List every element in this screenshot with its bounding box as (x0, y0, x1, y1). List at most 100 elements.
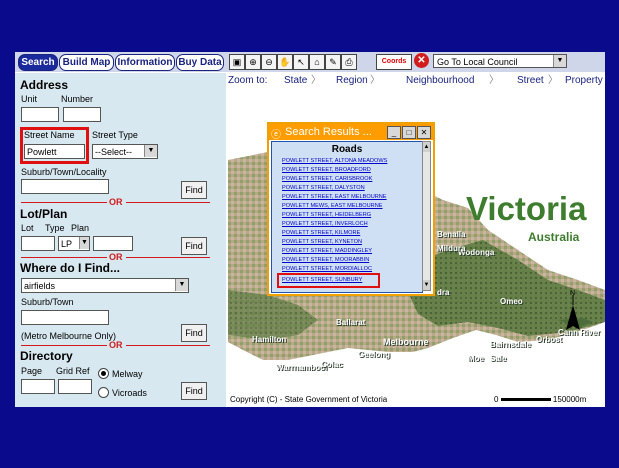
unit-input[interactable] (21, 107, 59, 122)
type-label: Type (45, 223, 65, 233)
grid-ref-label: Grid Ref (56, 366, 90, 376)
street-type-select[interactable]: --Select-- ▼ (92, 144, 158, 159)
lot-plan-find-button[interactable]: Find (181, 237, 207, 255)
address-heading: Address (20, 78, 69, 92)
where-find-button[interactable]: Find (181, 324, 207, 342)
local-council-select[interactable]: Go To Local Council ▼ (433, 54, 567, 68)
result-link[interactable]: POWLETT STREET, KYNETON (282, 239, 362, 245)
roads-results-list: Roads POWLETT STREET, ALTONA MEADOWS POW… (271, 141, 423, 293)
find-category-select[interactable]: airfields ▼ (21, 278, 189, 293)
lot-plan-heading: Lot/Plan (20, 207, 68, 221)
street-type-label: Street Type (92, 130, 138, 140)
measure-icon[interactable]: ⌂ (309, 54, 325, 70)
coords-button[interactable]: Coords (376, 54, 412, 70)
grid-ref-input[interactable] (58, 379, 92, 394)
zoom-property[interactable]: Property (565, 73, 603, 89)
map-place-label: Ballarat (336, 318, 366, 327)
melway-radio[interactable] (98, 368, 109, 379)
copyright-text: Copyright (C) - State Government of Vict… (230, 395, 388, 404)
chevron-right-icon: 〉 (370, 75, 380, 86)
results-scrollbar[interactable]: ▲ ▼ (422, 141, 431, 291)
lot-input[interactable] (21, 236, 55, 251)
local-council-select-value: Go To Local Council (437, 57, 518, 67)
zoom-region[interactable]: Region (336, 73, 368, 89)
map-place-label: Benalla (437, 230, 466, 239)
scroll-down-icon[interactable]: ▼ (423, 280, 430, 290)
tab-information[interactable]: Information (115, 54, 175, 71)
result-highlight (277, 273, 380, 288)
result-link[interactable]: POWLETT STREET, BROADFORD (282, 167, 371, 173)
map-place-label: Hamilton (252, 335, 287, 344)
draw-pencil-icon[interactable]: ✎ (325, 54, 341, 70)
divider (21, 257, 107, 258)
chevron-down-icon[interactable]: ▼ (553, 55, 566, 67)
chevron-down-icon[interactable]: ▼ (144, 145, 157, 157)
vicroads-radio[interactable] (98, 387, 109, 398)
minimize-icon[interactable]: _ (387, 126, 401, 139)
map-place-label: Warrnambool (276, 363, 328, 372)
search-panel: Address Unit Number Street Name Street T… (15, 73, 226, 407)
result-link[interactable]: POWLETT STREET, MADDINGLEY (282, 248, 372, 254)
map-window-icon[interactable]: ▣ (229, 54, 245, 70)
suburb-input[interactable] (21, 179, 109, 194)
result-link[interactable]: POWLETT MEWS, EAST MELBOURNE (282, 203, 383, 209)
result-link[interactable]: POWLETT STREET, CARISBROOK (282, 176, 372, 182)
lot-type-select[interactable]: LP ▼ (58, 236, 90, 251)
popup-title: Search Results ... (285, 126, 372, 138)
chevron-down-icon[interactable]: ▼ (175, 279, 188, 291)
north-label: N (570, 290, 575, 297)
zoom-breadcrumb: Zoom to: State 〉 Region 〉 Neighbourhood … (228, 73, 605, 89)
zoom-out-icon[interactable]: ⊖ (261, 54, 277, 70)
result-link[interactable]: POWLETT STREET, MOORABBIN (282, 257, 369, 263)
metro-note: (Metro Melbourne Only) (21, 331, 117, 341)
select-arrow-icon[interactable]: ↖ (293, 54, 309, 70)
directory-find-button[interactable]: Find (181, 382, 207, 400)
result-link[interactable]: POWLETT STREET, MORDIALLOC (282, 266, 372, 272)
scale-bar-line (500, 398, 551, 402)
unit-label: Unit (21, 94, 38, 104)
zoom-in-icon[interactable]: ⊕ (245, 54, 261, 70)
result-link[interactable]: POWLETT STREET, ALTONA MEADOWS (282, 158, 387, 164)
result-link[interactable]: POWLETT STREET, HEIDELBERG (282, 212, 371, 218)
result-link[interactable]: POWLETT STREET, EAST MELBOURNE (282, 194, 387, 200)
melway-label: Melway (112, 369, 143, 379)
address-find-button[interactable]: Find (181, 181, 207, 199)
plan-input[interactable] (93, 236, 133, 251)
directory-heading: Directory (20, 349, 73, 363)
divider (21, 202, 107, 203)
suburb-label: Suburb/Town/Locality (21, 167, 107, 177)
maximize-icon[interactable]: □ (402, 126, 416, 139)
scroll-up-icon[interactable]: ▲ (423, 142, 430, 152)
suburb-town-input[interactable] (21, 310, 109, 325)
search-results-window: ⓔ Search Results ... _ □ ✕ Roads POWLETT… (267, 122, 435, 296)
find-category-value: airfields (24, 281, 56, 291)
result-link[interactable]: POWLETT STREET, INVERLOCH (282, 221, 368, 227)
suburb-town-label: Suburb/Town (21, 297, 74, 307)
zoom-state[interactable]: State (284, 73, 307, 89)
lot-type-value: LP (61, 239, 73, 249)
vicroads-label: Vicroads (112, 388, 147, 398)
print-icon[interactable]: ⎙ (341, 54, 357, 70)
map-title: Victoria (466, 190, 587, 227)
pan-hand-icon[interactable]: ✋ (277, 54, 293, 70)
page-input[interactable] (21, 379, 55, 394)
browser-icon: ⓔ (271, 130, 281, 141)
tab-buy-data[interactable]: Buy Data (176, 54, 224, 71)
slide: Search Build Map Information Buy Data ▣ … (15, 52, 605, 407)
chevron-right-icon: 〉 (489, 75, 499, 86)
number-label: Number (61, 94, 94, 104)
close-icon[interactable]: ✕ (417, 126, 431, 139)
popup-titlebar[interactable]: ⓔ Search Results ... _ □ ✕ (269, 124, 433, 141)
street-name-highlight (20, 127, 89, 164)
tab-search[interactable]: Search (18, 54, 58, 71)
divider (21, 345, 107, 346)
zoom-street[interactable]: Street (517, 73, 544, 89)
result-link[interactable]: POWLETT STREET, KILMORE (282, 230, 360, 236)
zoom-neighbourhood[interactable]: Neighbourhood (406, 73, 474, 89)
result-link[interactable]: POWLETT STREET, DALYSTON (282, 185, 365, 191)
clear-close-icon[interactable]: ✕ (414, 53, 429, 68)
number-input[interactable] (63, 107, 101, 122)
tab-build-map[interactable]: Build Map (59, 54, 114, 71)
plan-label: Plan (71, 223, 90, 233)
chevron-down-icon[interactable]: ▼ (79, 237, 89, 249)
